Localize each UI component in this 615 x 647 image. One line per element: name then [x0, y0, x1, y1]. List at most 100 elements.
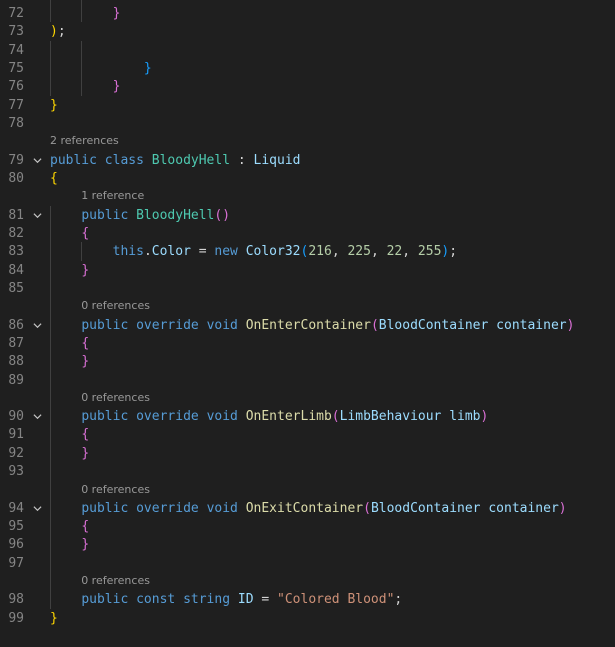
- code-line[interactable]: 91 {: [0, 425, 615, 444]
- code-line[interactable]: 82 {: [0, 224, 615, 243]
- code-token: ID: [237, 592, 254, 608]
- code-line[interactable]: 96 }: [0, 535, 615, 554]
- code-line[interactable]: 72 }: [0, 4, 615, 23]
- code-line[interactable]: 98 public const string ID = "Colored Blo…: [0, 590, 615, 609]
- line-number: 84: [8, 262, 24, 278]
- line-number: 96: [8, 537, 24, 553]
- line-number: 88: [8, 354, 24, 370]
- code-line[interactable]: 87 {: [0, 334, 615, 353]
- line-number: 97: [8, 555, 24, 571]
- code-token: new: [214, 244, 238, 260]
- code-token: }: [143, 61, 152, 77]
- code-token: public: [81, 207, 129, 223]
- code-lens-references[interactable]: 0 references: [81, 482, 150, 498]
- code-text: {: [50, 517, 89, 536]
- code-lens-references[interactable]: 0 references: [81, 390, 150, 406]
- line-number: 92: [8, 445, 24, 461]
- line-number: 94: [8, 500, 24, 516]
- code-lens-references[interactable]: 1 reference: [81, 188, 144, 204]
- code-line[interactable]: 85: [0, 279, 615, 298]
- code-line[interactable]: 80 {: [0, 169, 615, 188]
- code-line[interactable]: 94 public override void OnExitContainer(…: [0, 499, 615, 518]
- code-token: OnEnterLimb: [245, 409, 332, 425]
- line-number: 99: [8, 610, 24, 626]
- code-text: public class BloodyHell : Liquid: [50, 151, 301, 170]
- code-token: 22: [386, 244, 403, 260]
- code-token: BloodyHell: [136, 207, 215, 223]
- code-token: }: [81, 354, 90, 370]
- code-token: BloodyHell: [151, 152, 231, 168]
- code-line[interactable]: 86 public override void OnEnterContainer…: [0, 316, 615, 335]
- code-line[interactable]: 90 public override void OnEnterLimb(Limb…: [0, 407, 615, 426]
- code-token: override: [136, 409, 199, 425]
- line-number: 87: [8, 335, 24, 351]
- code-line[interactable]: 97: [0, 554, 615, 573]
- code-token: public: [81, 317, 129, 333]
- code-line[interactable]: 81 public BloodyHell(): [0, 206, 615, 225]
- code-line[interactable]: 83 this.Color = new Color32(216, 225, 22…: [0, 242, 615, 261]
- fold-chevron-icon[interactable]: [33, 412, 42, 421]
- code-line[interactable]: 99}: [0, 609, 615, 628]
- code-text: }: [50, 96, 58, 115]
- code-text: }: [50, 4, 121, 23]
- code-line[interactable]: 93: [0, 462, 615, 481]
- code-line[interactable]: 92 }: [0, 444, 615, 463]
- fold-chevron-icon[interactable]: [33, 504, 42, 513]
- code-lens-references[interactable]: 0 references: [81, 573, 150, 589]
- code-token: (): [214, 207, 231, 223]
- code-line[interactable]: 88 }: [0, 352, 615, 371]
- code-line[interactable]: 77}: [0, 96, 615, 115]
- code-line[interactable]: 76 }: [0, 77, 615, 96]
- code-line[interactable]: 75 }: [0, 59, 615, 78]
- code-line[interactable]: 84 }: [0, 261, 615, 280]
- code-line[interactable]: 73);: [0, 22, 615, 41]
- code-line[interactable]: 89: [0, 371, 615, 390]
- line-number: 81: [8, 207, 24, 223]
- code-line[interactable]: 79 public class BloodyHell : Liquid: [0, 151, 615, 170]
- code-token: 225: [347, 244, 371, 260]
- code-token: Color32: [245, 244, 301, 260]
- line-number: 93: [8, 464, 24, 480]
- code-editor[interactable]: 72 } 73); 74 75 } 76 } 77} 78 2 references 79 pub…: [0, 0, 615, 647]
- code-token: {: [81, 427, 90, 443]
- fold-chevron-icon[interactable]: [33, 321, 42, 330]
- code-text: {: [50, 169, 58, 188]
- code-token: {: [81, 519, 90, 535]
- code-token: =: [190, 244, 215, 260]
- code-line[interactable]: 78: [0, 114, 615, 133]
- code-token: }: [81, 445, 90, 461]
- code-token: (: [363, 500, 371, 516]
- line-number: 85: [8, 280, 24, 296]
- line-number: 79: [8, 152, 24, 168]
- code-text: }: [50, 352, 89, 371]
- fold-chevron-icon[interactable]: [33, 211, 42, 220]
- code-token: limb: [449, 409, 481, 425]
- fold-chevron-icon[interactable]: [33, 156, 42, 165]
- code-token: {: [50, 171, 58, 186]
- code-lens-references[interactable]: 0 references: [81, 298, 150, 314]
- code-lens-references[interactable]: 2 references: [50, 133, 119, 149]
- code-token: (: [331, 409, 340, 425]
- code-line[interactable]: 74: [0, 41, 615, 60]
- line-number: 83: [8, 244, 24, 260]
- code-token: const: [136, 592, 176, 608]
- code-token: override: [136, 317, 199, 333]
- code-token: Liquid: [253, 152, 301, 168]
- code-token: Color: [151, 244, 191, 260]
- code-line[interactable]: 95 {: [0, 517, 615, 536]
- code-text: public BloodyHell(): [50, 206, 230, 225]
